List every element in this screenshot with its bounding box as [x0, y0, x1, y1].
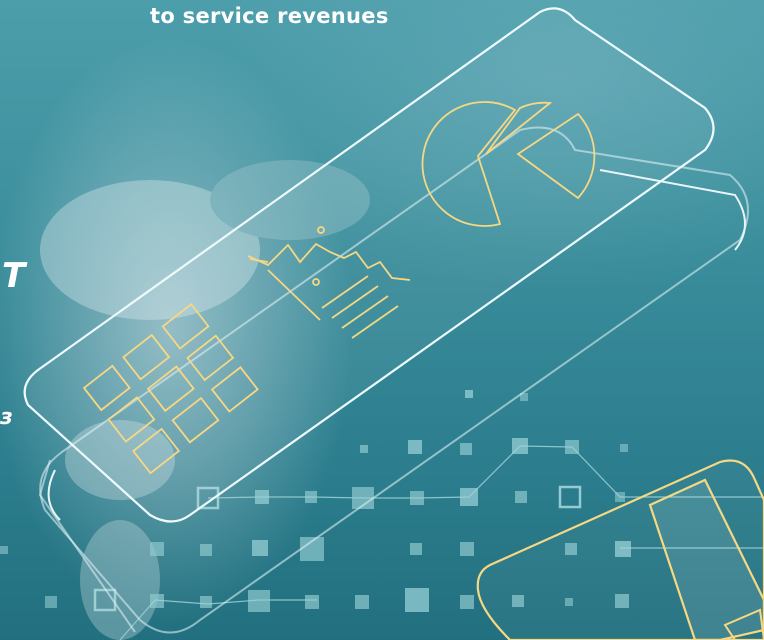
cropped-text-3: з — [0, 405, 13, 430]
cropped-text-t: T — [2, 256, 26, 296]
headline: to service revenues — [150, 4, 389, 28]
illustration — [0, 7, 764, 640]
credit-card-icon — [476, 459, 764, 640]
